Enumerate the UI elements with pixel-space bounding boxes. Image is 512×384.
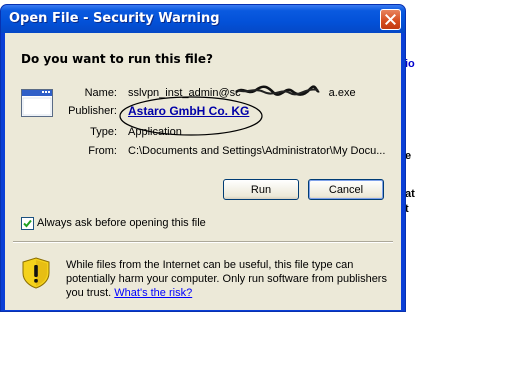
dialog-title: Open File - Security Warning xyxy=(9,11,220,26)
run-button[interactable]: Run xyxy=(223,179,299,200)
warning-message: While files from the Internet can be use… xyxy=(66,258,391,300)
question-heading: Do you want to run this file? xyxy=(21,52,213,66)
shield-warning-icon xyxy=(22,257,50,289)
dialog-body: Do you want to run this file? Name: sslv… xyxy=(5,33,401,310)
checkmark-icon xyxy=(23,219,32,228)
background-text: io xyxy=(405,58,415,70)
always-ask-label[interactable]: Always ask before opening this file xyxy=(37,217,206,229)
file-name-suffix: a.exe xyxy=(328,87,356,99)
always-ask-checkbox[interactable] xyxy=(21,217,34,230)
risk-link[interactable]: What's the risk? xyxy=(114,287,192,299)
close-button[interactable] xyxy=(380,9,401,30)
type-value: Application xyxy=(128,126,182,138)
divider xyxy=(13,241,393,243)
background-text: at xyxy=(405,188,415,200)
security-warning-dialog: Open File - Security Warning Do you want… xyxy=(0,4,406,312)
type-label: Type: xyxy=(90,126,117,138)
background-window-fragment: io e at t xyxy=(405,0,512,312)
title-bar[interactable]: Open File - Security Warning xyxy=(1,5,405,33)
from-label: From: xyxy=(88,145,117,157)
cancel-button[interactable]: Cancel xyxy=(308,179,384,200)
from-value: C:\Documents and Settings\Administrator\… xyxy=(128,145,386,157)
close-icon xyxy=(385,14,396,25)
name-label: Name: xyxy=(84,87,117,99)
publisher-label: Publisher: xyxy=(68,105,117,117)
